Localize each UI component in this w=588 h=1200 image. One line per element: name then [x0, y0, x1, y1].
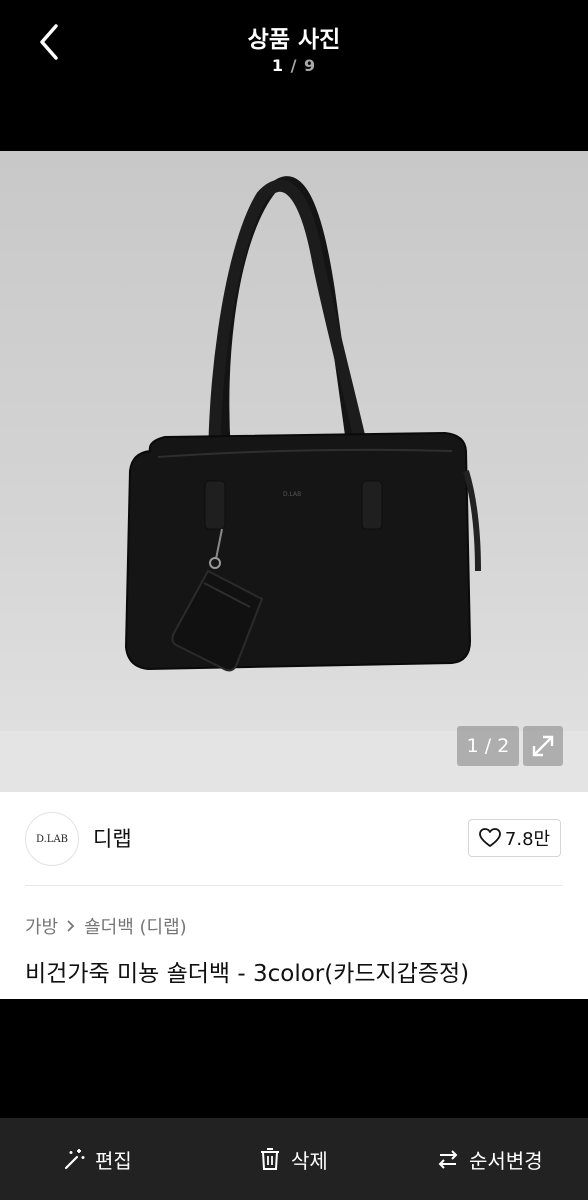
photo-counter-current: 1 — [271, 56, 284, 75]
magic-wand-icon — [64, 1149, 85, 1170]
image-counter-badge: 1 / 2 — [457, 726, 519, 766]
photo-counter-total: 9 — [304, 56, 317, 75]
breadcrumb: 가방 숄더백 (디랩) — [25, 913, 187, 939]
trash-icon — [261, 1148, 279, 1170]
like-button[interactable]: 7.8만 — [468, 819, 561, 857]
delete-button[interactable]: 삭제 — [258, 1118, 328, 1200]
divider — [25, 885, 563, 886]
reorder-label: 순서변경 — [469, 1148, 543, 1173]
chevron-right-icon — [67, 920, 75, 932]
shop-name[interactable]: 디랩 — [93, 823, 132, 853]
breadcrumb-category[interactable]: 가방 — [25, 913, 58, 939]
bag-brand-stamp: D.LAB — [283, 491, 301, 498]
expand-icon[interactable] — [523, 726, 563, 766]
shop-logo[interactable]: D.LAB — [25, 812, 79, 866]
shoulder-bag-image: D.LAB — [124, 176, 481, 672]
page-title: 상품 사진 — [247, 27, 341, 53]
reorder-button[interactable]: 순서변경 — [436, 1118, 543, 1200]
swap-arrows-icon — [438, 1150, 458, 1169]
photo-counter-separator: / — [290, 56, 298, 75]
product-info-panel: D.LAB 디랩 7.8만 가방 숄더백 (디랩) 비건가죽 미뇽 숄더백 - … — [0, 792, 588, 999]
top-bar: 상품 사진 1 / 9 — [0, 0, 588, 150]
edit-label: 편집 — [95, 1148, 132, 1173]
like-count: 7.8만 — [504, 829, 551, 850]
product-photo[interactable]: D.LAB 1 / 2 — [0, 151, 588, 792]
breadcrumb-subcategory[interactable]: 숄더백 (디랩) — [84, 913, 187, 939]
delete-label: 삭제 — [291, 1148, 328, 1173]
photo-counter: 1 / 9 — [0, 56, 588, 75]
heart-icon — [479, 828, 501, 847]
edit-button[interactable]: 편집 — [62, 1118, 132, 1200]
bottom-toolbar: 편집 삭제 순서변경 — [0, 1118, 588, 1200]
product-title: 비건가죽 미뇽 숄더백 - 3color(카드지갑증정) — [25, 961, 470, 987]
